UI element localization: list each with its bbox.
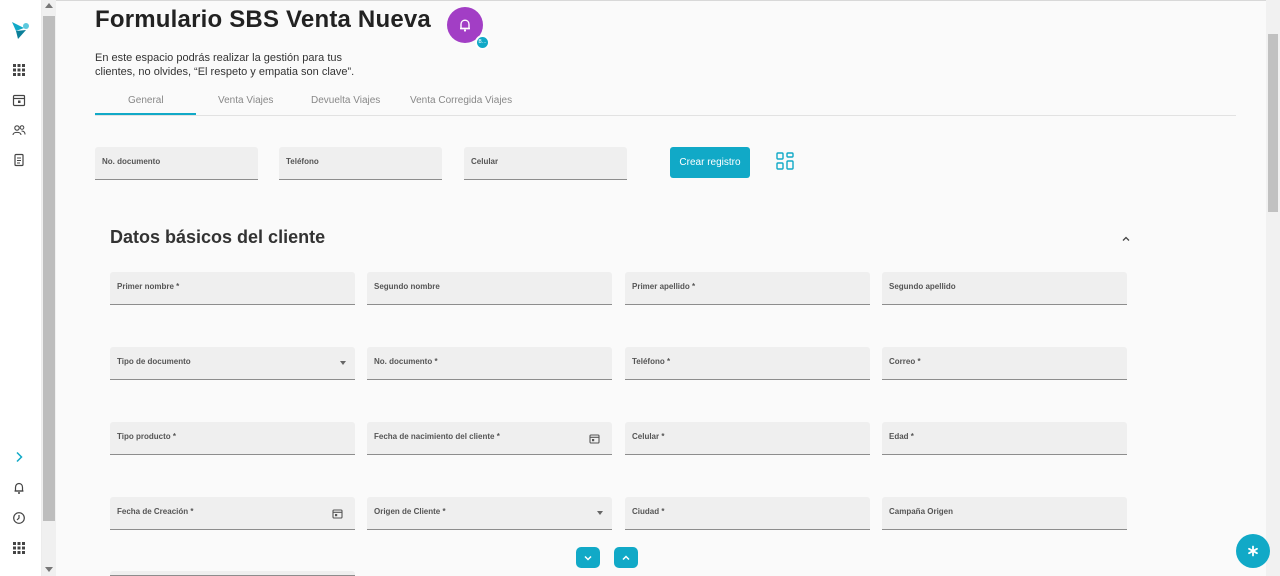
field-label: Tipo de documento <box>117 357 191 366</box>
asterisk-icon <box>1248 545 1258 557</box>
field-label: Primer apellido * <box>632 282 696 291</box>
phone-input[interactable]: Teléfono * <box>625 347 870 380</box>
scrollbar-thumb[interactable] <box>43 16 55 521</box>
calendar-icon[interactable] <box>12 93 26 107</box>
field-label: Teléfono <box>286 157 319 166</box>
left-scrollbar[interactable] <box>42 0 56 576</box>
dropdown-caret-icon <box>597 511 603 515</box>
field-label: Ciudad * <box>632 507 665 516</box>
field-label: Origen de Cliente * <box>374 507 446 516</box>
chevron-down-icon <box>584 555 592 561</box>
calendar-icon[interactable] <box>332 508 343 519</box>
section-title: Datos básicos del cliente <box>110 227 326 247</box>
client-origin-select[interactable]: Origen de Cliente * <box>367 497 612 530</box>
field-label: Edad * <box>889 432 914 441</box>
tab-venta-viajes[interactable]: Venta Viajes <box>218 95 273 106</box>
apps-grid-icon[interactable] <box>12 63 26 77</box>
field-label: Teléfono * <box>632 357 671 366</box>
document-number-input[interactable]: No. documento * <box>367 347 612 380</box>
field-label: Segundo nombre <box>374 282 440 291</box>
chevron-up-icon[interactable] <box>1121 234 1131 244</box>
app-logo-icon[interactable] <box>9 19 31 41</box>
first-surname-input[interactable]: Primer apellido * <box>625 272 870 305</box>
bell-icon <box>460 19 470 32</box>
scroll-down-arrow-icon[interactable] <box>45 567 53 572</box>
calendar-icon[interactable] <box>589 433 600 444</box>
tab-venta-corregida-viajes[interactable]: Venta Corregida Viajes <box>410 95 512 106</box>
scroll-down-button[interactable] <box>576 547 600 568</box>
field-label: Campaña Origen <box>889 507 954 516</box>
dashboard-layout-icon[interactable] <box>776 152 794 170</box>
chevron-up-icon <box>622 554 630 560</box>
field-label: Celular * <box>632 432 665 441</box>
search-document-input[interactable]: No. documento <box>95 147 258 180</box>
search-cellphone-input[interactable]: Celular <box>464 147 627 180</box>
field-label: Correo * <box>889 357 921 366</box>
second-name-input[interactable]: Segundo nombre <box>367 272 612 305</box>
scrollbar-thumb[interactable] <box>1268 34 1278 212</box>
page-subtitle: En este espacio podrás realizar la gesti… <box>95 52 355 78</box>
help-chat-button[interactable] <box>1236 534 1270 568</box>
next-row-field[interactable] <box>110 571 355 576</box>
scroll-up-arrow-icon[interactable] <box>45 3 53 8</box>
scroll-up-button[interactable] <box>614 547 638 568</box>
field-label: Fecha de nacimiento del cliente * <box>374 432 500 441</box>
create-record-button[interactable]: Crear registro <box>670 147 750 178</box>
document-type-select[interactable]: Tipo de documento <box>110 347 355 380</box>
tab-general[interactable]: General <box>128 95 164 106</box>
age-input[interactable]: Edad * <box>882 422 1127 455</box>
chevron-right-icon[interactable] <box>12 450 26 464</box>
field-label: Celular <box>471 157 499 166</box>
product-type-input[interactable]: Tipo producto * <box>110 422 355 455</box>
dropdown-caret-icon <box>340 361 346 365</box>
apps-grid-icon[interactable] <box>12 541 26 555</box>
first-name-input[interactable]: Primer nombre * <box>110 272 355 305</box>
tab-bar: General Venta Viajes Devuelta Viajes Ven… <box>95 90 1236 116</box>
left-nav-rail <box>0 0 42 576</box>
second-surname-input[interactable]: Segundo apellido <box>882 272 1127 305</box>
search-phone-input[interactable]: Teléfono <box>279 147 442 180</box>
right-scrollbar[interactable] <box>1266 0 1280 576</box>
birth-date-input[interactable]: Fecha de nacimiento del cliente * <box>367 422 612 455</box>
users-icon[interactable] <box>12 123 26 137</box>
page-title: Formulario SBS Venta Nueva <box>95 6 431 33</box>
field-label: Tipo producto * <box>117 432 176 441</box>
tab-devuelta-viajes[interactable]: Devuelta Viajes <box>311 95 380 106</box>
city-input[interactable]: Ciudad * <box>625 497 870 530</box>
main-content: Formulario SBS Venta Nueva B... En este … <box>56 0 1266 576</box>
clock-icon[interactable] <box>12 511 26 525</box>
email-input[interactable]: Correo * <box>882 347 1127 380</box>
field-label: No. documento <box>102 157 161 166</box>
origin-campaign-input[interactable]: Campaña Origen <box>882 497 1127 530</box>
cellphone-input[interactable]: Celular * <box>625 422 870 455</box>
field-label: Segundo apellido <box>889 282 956 291</box>
notification-badge[interactable]: B... <box>475 35 490 50</box>
field-label: No. documento * <box>374 357 438 366</box>
creation-date-input[interactable]: Fecha de Creación * <box>110 497 355 530</box>
bell-icon[interactable] <box>12 481 26 495</box>
field-label: Fecha de Creación * <box>117 507 194 516</box>
active-tab-indicator <box>95 113 196 115</box>
field-label: Primer nombre * <box>117 282 180 291</box>
document-icon[interactable] <box>12 153 26 167</box>
